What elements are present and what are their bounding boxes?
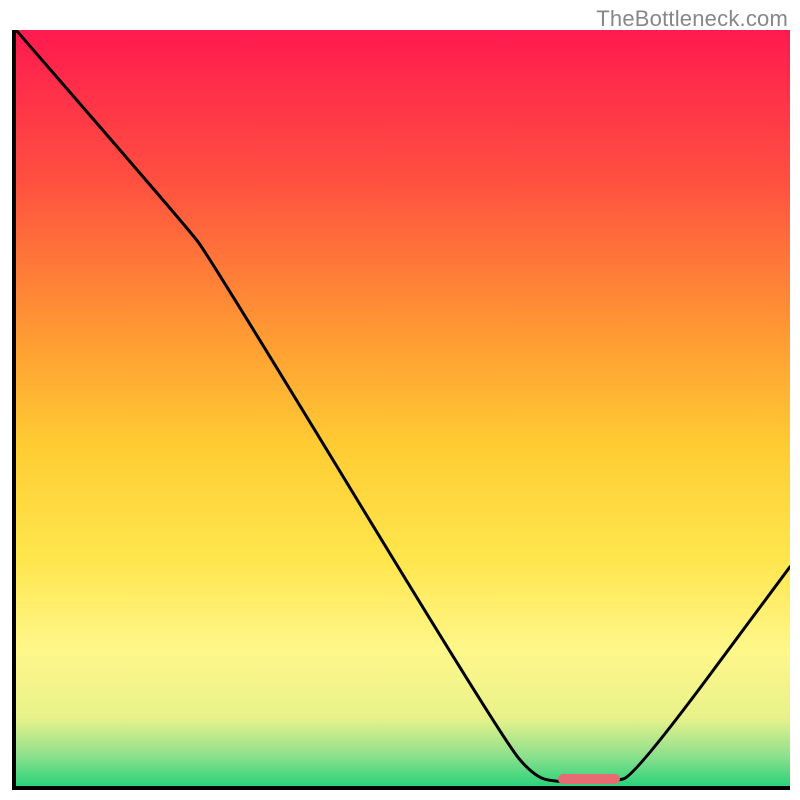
- bottleneck-curve: [16, 30, 790, 782]
- curve-layer: [16, 30, 790, 786]
- watermark-text: TheBottleneck.com: [596, 6, 788, 32]
- optimal-marker: [558, 774, 620, 784]
- plot-area: [12, 30, 790, 790]
